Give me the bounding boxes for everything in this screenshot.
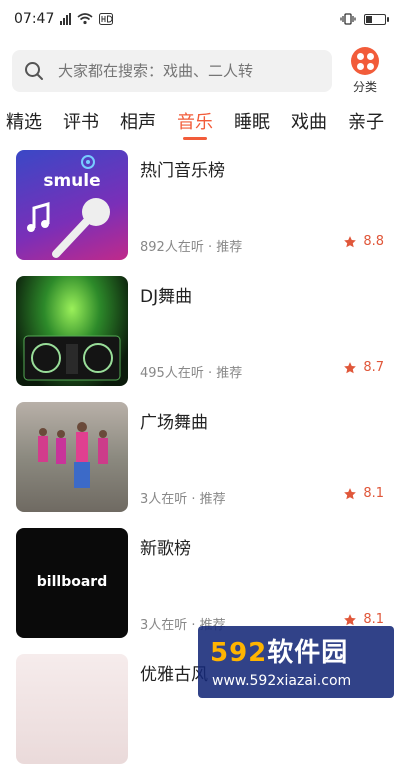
item-rating: 8.1 — [343, 486, 384, 501]
cover-image: smule — [16, 150, 128, 260]
tab-yinyue[interactable]: 音乐 — [177, 102, 213, 140]
star-icon — [344, 235, 357, 247]
watermark-number: 592 — [210, 638, 268, 668]
status-bar: 07:47 — [0, 0, 400, 38]
star-icon — [344, 613, 357, 625]
watermark-text: 软件园 — [267, 638, 349, 668]
tab-shuimian[interactable]: 睡眠 — [234, 102, 270, 134]
item-rating: 8.8 — [343, 234, 384, 249]
category-button[interactable]: 分类 — [342, 47, 388, 95]
tab-bar: 精选 评书 相声 音乐 睡眠 戏曲 亲子 — [0, 102, 400, 146]
item-title: 广场舞曲 — [140, 413, 208, 433]
tab-xiangsheng[interactable]: 相声 — [120, 102, 156, 134]
list-item[interactable]: DJ舞曲 495人在听 · 推荐 8.7 — [0, 274, 400, 400]
tab-qinzi[interactable]: 亲子 — [348, 102, 384, 134]
vibrate-icon — [340, 13, 356, 25]
category-icon — [351, 47, 379, 75]
search-icon — [25, 62, 43, 80]
item-rating: 8.1 — [343, 612, 384, 627]
signal-icon — [60, 13, 72, 25]
cover-logo-text: billboard — [37, 574, 107, 590]
item-meta: 495人在听 · 推荐 — [140, 366, 243, 381]
rating-value: 8.8 — [363, 234, 384, 249]
item-title: DJ舞曲 — [140, 287, 193, 307]
watermark-url: www.592xiazai.com — [212, 673, 352, 689]
watermark: 592软件园 www.592xiazai.com — [198, 626, 394, 698]
cover-image — [16, 654, 128, 764]
tab-jingxuan[interactable]: 精选 — [6, 102, 42, 134]
wifi-icon — [77, 13, 93, 25]
cover-image: billboard — [16, 528, 128, 638]
battery-icon — [364, 13, 389, 25]
star-icon — [344, 487, 357, 499]
list-item[interactable]: 广场舞曲 3人在听 · 推荐 8.1 — [0, 400, 400, 526]
item-meta: 3人在听 · 推荐 — [140, 492, 226, 507]
hd-icon — [99, 13, 114, 25]
cover-image — [16, 402, 128, 512]
cover-image — [16, 276, 128, 386]
item-title: 热门音乐榜 — [140, 161, 225, 181]
star-icon — [344, 361, 357, 373]
tab-xiqu[interactable]: 戏曲 — [291, 102, 327, 134]
rating-value: 8.1 — [363, 486, 384, 501]
rating-value: 8.7 — [363, 360, 384, 375]
rating-value: 8.1 — [363, 612, 384, 627]
status-time: 07:47 — [14, 11, 55, 27]
search-bar[interactable] — [12, 50, 332, 92]
list-item[interactable]: smule 热门音乐榜 892人在听 · 推荐 8.8 — [0, 148, 400, 274]
cover-logo-text: smule — [43, 171, 100, 191]
item-meta: 892人在听 · 推荐 — [140, 240, 243, 255]
category-label: 分类 — [352, 80, 377, 94]
item-title: 新歌榜 — [140, 539, 191, 559]
item-rating: 8.7 — [343, 360, 384, 375]
search-input[interactable] — [56, 61, 320, 81]
tab-pingshu[interactable]: 评书 — [63, 102, 99, 134]
